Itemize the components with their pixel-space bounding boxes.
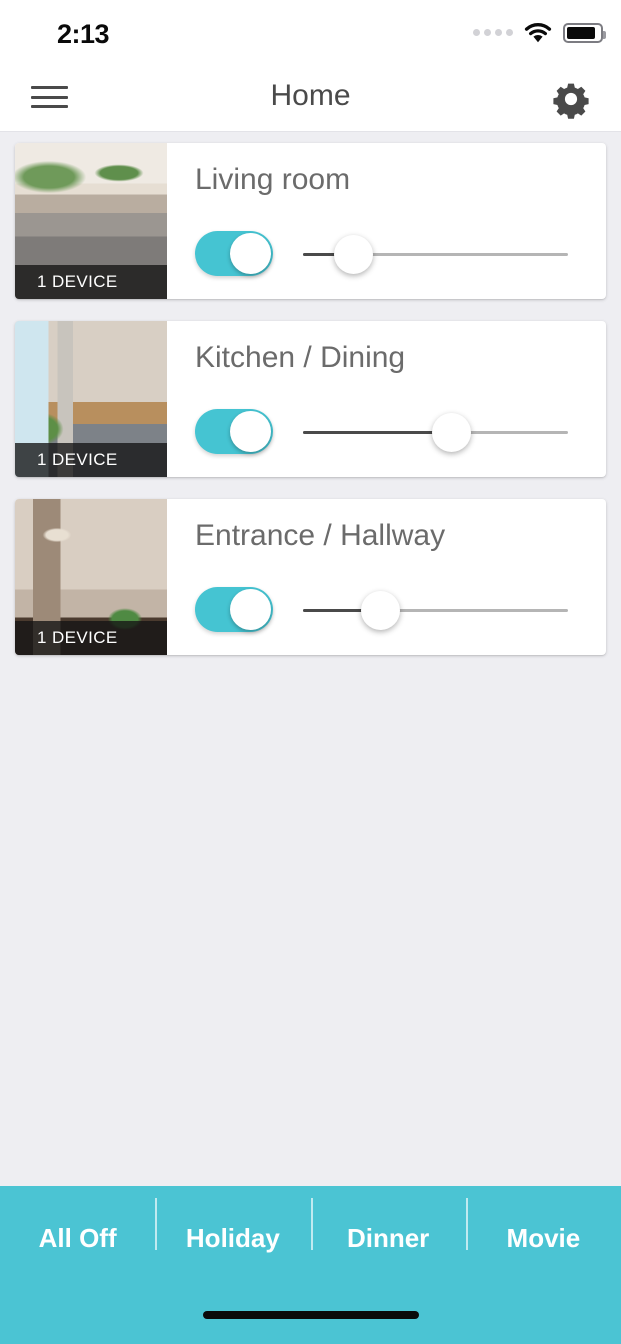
gear-icon[interactable] — [551, 79, 591, 119]
room-thumbnail[interactable]: 1 DEVICE — [15, 143, 167, 299]
wifi-icon — [524, 22, 552, 43]
brightness-slider[interactable] — [303, 413, 568, 452]
signal-dots-icon — [473, 29, 513, 36]
scene-button[interactable]: Movie — [465, 1197, 621, 1254]
room-card[interactable]: 1 DEVICE Kitchen / Dining — [15, 321, 606, 477]
room-name: Kitchen / Dining — [195, 341, 406, 374]
home-indicator — [202, 1311, 419, 1319]
slider-thumb[interactable] — [360, 591, 400, 630]
nav-bar: Home — [0, 62, 621, 132]
toggle-knob — [230, 589, 271, 630]
room-power-toggle[interactable] — [195, 409, 273, 454]
slider-thumb[interactable] — [334, 235, 374, 274]
scene-button[interactable]: All Off — [0, 1223, 155, 1254]
scene-bar: All Off Holiday Dinner Movie — [0, 1186, 621, 1344]
room-card[interactable]: 1 DEVICE Living room — [15, 143, 606, 299]
toggle-knob — [230, 411, 271, 452]
room-controls: Kitchen / Dining — [167, 321, 606, 477]
room-card-list: 1 DEVICE Living room 1 DEVICE Kitchen / Din… — [0, 143, 621, 677]
scene-button[interactable]: Dinner — [310, 1197, 466, 1254]
room-controls: Living room — [167, 143, 606, 299]
brightness-slider[interactable] — [303, 591, 568, 630]
device-count-badge: 1 DEVICE — [15, 265, 167, 299]
status-time: 2:13 — [57, 19, 110, 49]
toggle-knob — [230, 233, 271, 274]
room-power-toggle[interactable] — [195, 231, 273, 276]
page-title: Home — [270, 79, 351, 112]
slider-thumb[interactable] — [432, 413, 472, 452]
room-thumbnail[interactable]: 1 DEVICE — [15, 321, 167, 477]
device-count-badge: 1 DEVICE — [15, 443, 167, 477]
room-controls: Entrance / Hallway — [167, 499, 606, 655]
slider-fill — [303, 431, 452, 434]
room-card[interactable]: 1 DEVICE Entrance / Hallway — [15, 499, 606, 655]
battery-icon — [563, 22, 606, 43]
room-thumbnail[interactable]: 1 DEVICE — [15, 499, 167, 655]
room-name: Entrance / Hallway — [195, 519, 446, 552]
room-power-toggle[interactable] — [195, 587, 273, 632]
room-name: Living room — [195, 163, 351, 196]
scene-button[interactable]: Holiday — [155, 1197, 310, 1254]
status-indicators — [473, 22, 606, 43]
brightness-slider[interactable] — [303, 235, 568, 274]
scene-button-row: All Off Holiday Dinner Movie — [0, 1186, 621, 1290]
device-count-badge: 1 DEVICE — [15, 621, 167, 655]
app-screen: 2:13 Home 1 DEVICE Living room 1 DEVICE … — [0, 0, 621, 1344]
status-bar: 2:13 — [0, 0, 621, 62]
